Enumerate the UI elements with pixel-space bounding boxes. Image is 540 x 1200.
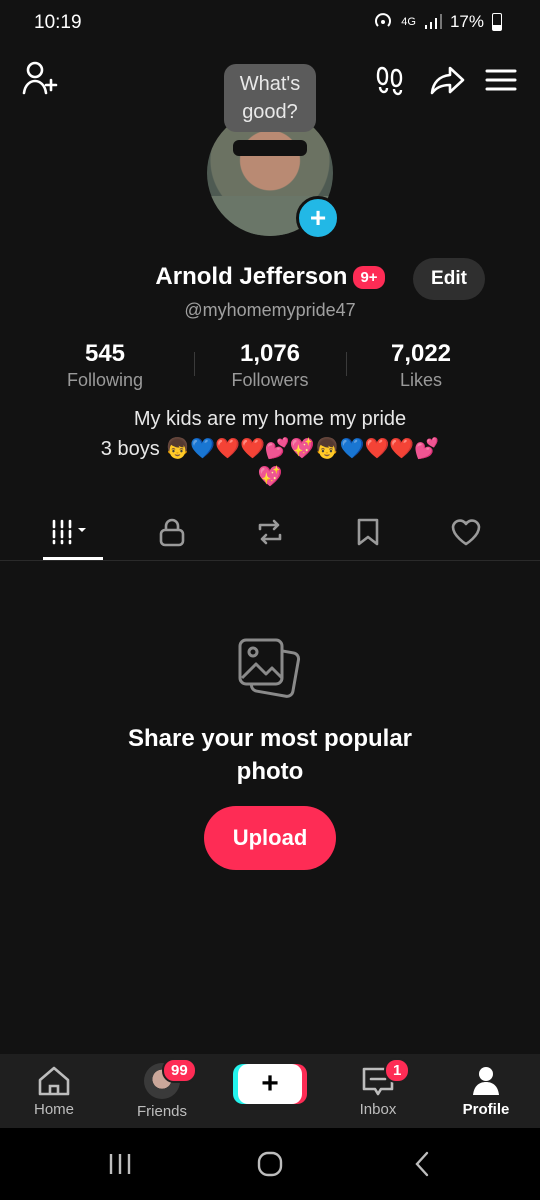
system-nav-bar xyxy=(0,1128,540,1200)
nav-profile[interactable]: Profile xyxy=(432,1054,540,1128)
bio-line-3: 💖 xyxy=(257,466,283,488)
share-button[interactable] xyxy=(426,60,470,100)
edit-profile-button[interactable]: Edit xyxy=(413,258,485,300)
hotspot-icon xyxy=(375,13,392,27)
stat-likes: 7,022 Likes xyxy=(341,340,501,391)
back-chevron-icon xyxy=(415,1151,429,1177)
nav-inbox-label: Inbox xyxy=(359,1100,397,1118)
bio-line-2: 3 boys 👦💙❤️❤️💕💖👦💙❤️❤️💕 xyxy=(100,438,440,460)
status-time: 10:19 xyxy=(34,12,82,33)
stat-likes-label: Likes xyxy=(399,370,443,390)
profile-name: Arnold Jefferson xyxy=(155,263,348,290)
empty-state-title: Share your most popular photo xyxy=(127,725,413,785)
nav-inbox[interactable]: Inbox xyxy=(324,1054,432,1128)
recent-apps-button[interactable] xyxy=(92,1142,148,1186)
photos-icon xyxy=(236,634,304,702)
stat-likes-value: 7,022 xyxy=(390,340,452,367)
inbox-badge: 1 xyxy=(384,1058,411,1083)
avatar-glasses xyxy=(233,140,307,156)
nav-profile-label: Profile xyxy=(462,1100,510,1118)
profile-icon xyxy=(473,1066,499,1095)
add-friend-button[interactable] xyxy=(18,58,62,98)
stat-followers-label: Followers xyxy=(231,370,309,390)
add-story-button[interactable]: + xyxy=(296,196,340,240)
recent-apps-icon xyxy=(109,1154,131,1174)
profile-handle: @myhomemypride47 xyxy=(184,300,356,320)
nav-home-label: Home xyxy=(33,1100,74,1118)
notification-badge[interactable]: 9+ xyxy=(353,265,385,289)
repost-icon xyxy=(258,519,282,545)
share-icon xyxy=(430,66,465,95)
stat-followers-value: 1,076 xyxy=(239,340,301,367)
footprints-icon xyxy=(376,66,403,96)
bookmark-icon xyxy=(357,518,379,546)
lock-icon xyxy=(159,518,185,547)
status-icons: 4G 17% xyxy=(373,12,502,32)
network-label: 4G xyxy=(401,16,416,28)
create-plus-icon: + xyxy=(261,1067,279,1100)
hamburger-menu-icon xyxy=(485,69,517,91)
signal-icon xyxy=(424,14,442,29)
stat-followers[interactable]: 1,076 Followers xyxy=(190,340,350,391)
footprints-button[interactable] xyxy=(368,60,412,100)
heart-icon xyxy=(451,519,481,546)
stat-following[interactable]: 545 Following xyxy=(25,340,185,391)
create-button[interactable]: + xyxy=(238,1064,302,1104)
home-system-button[interactable] xyxy=(242,1142,298,1186)
status-tooltip[interactable]: What's good? xyxy=(224,64,316,132)
grid-dropdown-icon xyxy=(52,519,86,545)
home-icon xyxy=(38,1066,70,1095)
tab-liked[interactable] xyxy=(436,512,496,552)
plus-icon: + xyxy=(309,202,327,233)
tab-videos[interactable] xyxy=(43,512,103,552)
nav-friends-label: Friends xyxy=(136,1102,188,1120)
tabs-divider xyxy=(0,560,540,561)
battery-icon xyxy=(492,13,502,31)
tab-reposts[interactable] xyxy=(240,512,300,552)
friends-badge: 99 xyxy=(162,1058,197,1083)
tab-favorites[interactable] xyxy=(338,512,398,552)
bio-line-1: My kids are my home my pride xyxy=(133,408,407,430)
nav-home[interactable]: Home xyxy=(0,1054,108,1128)
battery-percent: 17% xyxy=(449,12,484,31)
upload-button[interactable]: Upload xyxy=(204,806,336,870)
stat-following-value: 545 xyxy=(84,340,126,367)
home-circle-icon xyxy=(257,1151,283,1177)
add-user-icon xyxy=(22,61,58,95)
stat-following-label: Following xyxy=(66,370,144,390)
back-button[interactable] xyxy=(394,1142,450,1186)
tab-private[interactable] xyxy=(142,512,202,552)
menu-button[interactable] xyxy=(480,60,522,100)
